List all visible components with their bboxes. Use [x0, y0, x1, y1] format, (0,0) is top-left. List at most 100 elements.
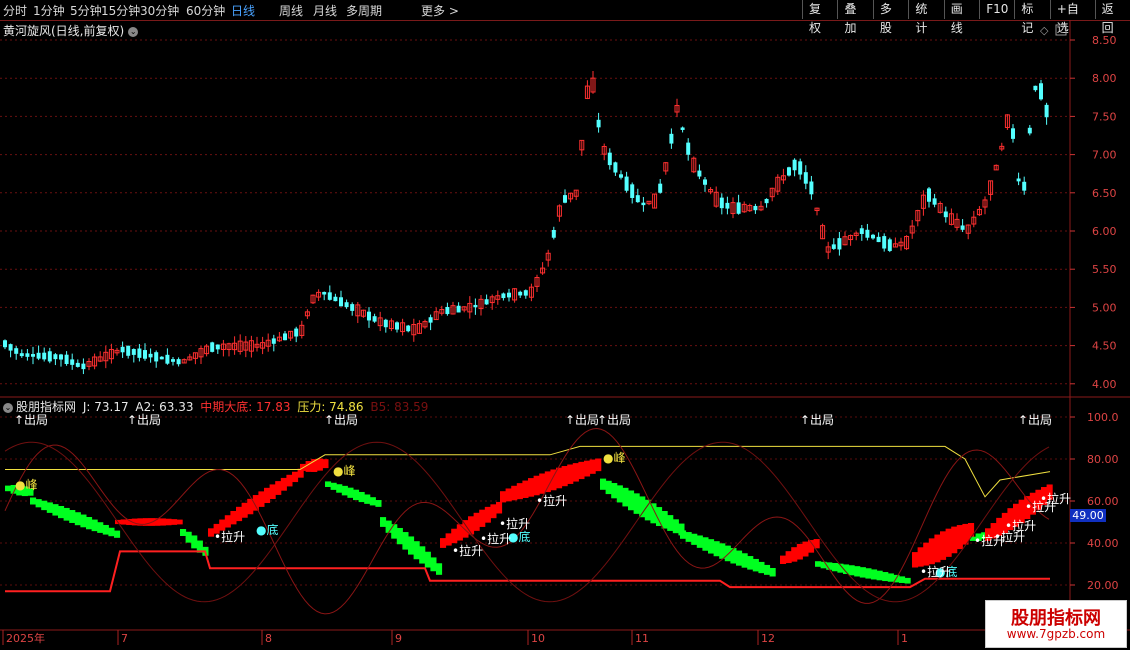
band-bar	[928, 538, 935, 565]
candle	[792, 158, 797, 177]
band-bar	[280, 477, 287, 491]
candle	[848, 234, 854, 246]
band-bar	[951, 526, 958, 554]
candle	[159, 356, 164, 360]
candle	[669, 128, 674, 149]
signal-rise: •拉升	[1005, 518, 1036, 533]
candle	[563, 189, 567, 204]
candle	[680, 126, 685, 133]
time-tick: 9	[395, 632, 402, 645]
candle	[495, 290, 501, 305]
candle	[355, 301, 361, 324]
band-bar	[633, 493, 640, 514]
band-bar	[639, 496, 646, 518]
chart-canvas[interactable]: 8.50 8.00 7.50 7.00 6.50 6.00 5.50 5.00 4.50 4.00…	[0, 0, 1130, 650]
band-bar	[102, 524, 109, 535]
candle	[210, 341, 215, 353]
candle	[697, 164, 702, 180]
band-bar	[769, 567, 776, 577]
chevron-down-icon[interactable]: ⌄	[3, 402, 13, 413]
candle	[540, 262, 546, 275]
candle	[97, 351, 103, 363]
candle	[920, 190, 926, 216]
indicator-value: J: 73.17	[82, 400, 129, 414]
band-bar	[165, 518, 172, 526]
candle	[192, 352, 198, 365]
candle	[131, 348, 136, 363]
band-bar	[120, 519, 127, 525]
candle	[965, 224, 971, 240]
candle	[691, 156, 697, 174]
band-bar	[672, 519, 679, 534]
signal-out: ↑出局	[565, 413, 599, 427]
candle	[993, 164, 999, 171]
band-bar	[595, 458, 602, 472]
band-bar	[364, 494, 371, 504]
candle	[545, 249, 551, 267]
band-bar	[230, 510, 237, 525]
band-bar	[325, 481, 332, 487]
indicator-title: ⌄ 股朋指标网 J: 73.17 A2: 63.33 中期大底: 17.83 压力…	[3, 398, 428, 415]
candle	[248, 335, 254, 358]
candle	[1022, 176, 1027, 195]
band-bar	[108, 527, 115, 537]
window-icon[interactable]	[1055, 24, 1067, 36]
candle	[171, 356, 175, 366]
band-bar	[185, 531, 192, 543]
candle	[411, 318, 417, 342]
candle	[876, 232, 881, 243]
indicator-value: 压力: 74.86	[293, 400, 364, 414]
band-bar	[191, 535, 198, 549]
band-bar	[708, 539, 715, 554]
candle	[534, 274, 540, 293]
band-bar	[871, 569, 878, 580]
candle	[798, 158, 803, 180]
candle	[624, 171, 629, 193]
band-bar	[440, 538, 447, 548]
band-bar	[114, 530, 121, 538]
candle	[36, 345, 41, 361]
band-bar	[490, 504, 497, 519]
band-bar	[224, 515, 231, 528]
diamond-icon[interactable]: ◇	[1040, 24, 1049, 37]
candle	[148, 348, 153, 363]
candle	[825, 241, 831, 260]
candle	[686, 138, 691, 161]
candle	[954, 213, 960, 231]
candle	[137, 344, 142, 362]
signal-out: ↑出局	[127, 413, 161, 427]
candle	[53, 353, 58, 366]
candle	[333, 293, 338, 302]
candle	[461, 306, 467, 313]
band-bar	[533, 475, 540, 496]
band-bar	[58, 505, 65, 519]
candle	[646, 200, 652, 206]
band-bar	[91, 519, 98, 532]
band-bar	[322, 459, 329, 469]
candle	[400, 318, 406, 336]
candle	[316, 289, 322, 301]
band-bar	[402, 532, 409, 550]
candle	[299, 320, 305, 339]
candle	[86, 358, 92, 371]
candle	[388, 318, 394, 332]
band-bar	[52, 504, 59, 516]
band-bar	[667, 515, 674, 531]
candle	[327, 285, 332, 301]
band-bar	[791, 547, 798, 562]
signal-rise: •拉升	[536, 493, 567, 508]
band-bar	[341, 485, 348, 496]
candle	[971, 210, 977, 228]
band-bar	[247, 498, 254, 515]
candle	[283, 331, 287, 341]
candle	[288, 330, 294, 341]
band-bar	[264, 487, 271, 504]
candle	[25, 349, 30, 361]
band-bar	[419, 546, 426, 564]
candle	[568, 192, 574, 203]
candle	[1039, 79, 1043, 101]
candle	[120, 341, 125, 358]
candle	[383, 318, 388, 333]
candle	[81, 358, 86, 375]
time-tick: 7	[121, 632, 128, 645]
